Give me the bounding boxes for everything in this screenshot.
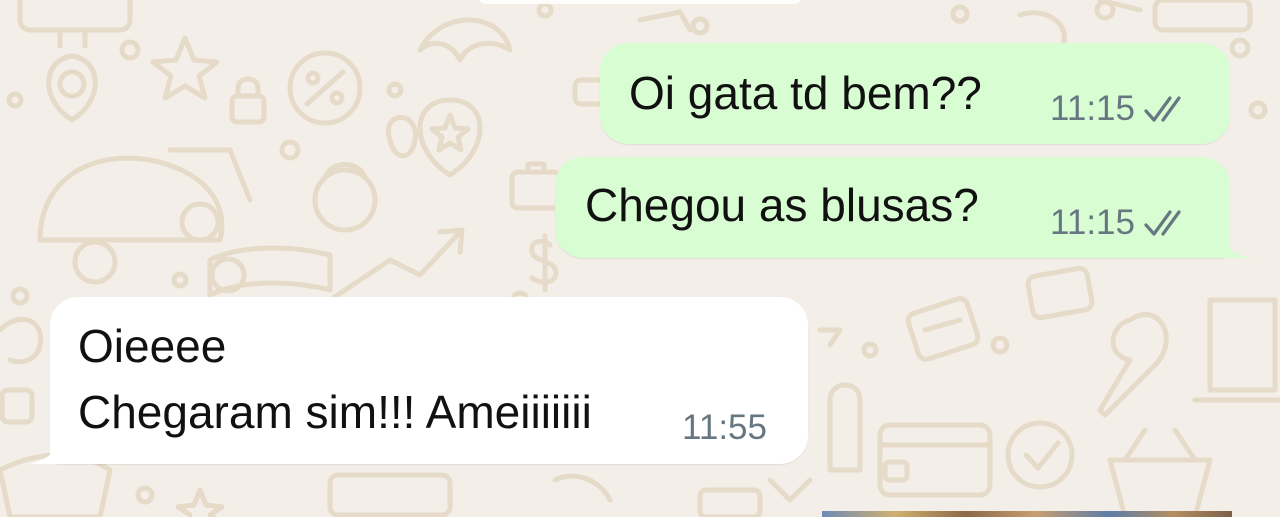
- bubble-tail: [30, 424, 70, 464]
- message-meta: 11:55: [682, 408, 767, 448]
- message-list: Oi gata td bem?? 11:15 Chegou as blusas?…: [0, 0, 1280, 517]
- outgoing-message-bubble[interactable]: Oi gata td bem?? 11:15: [600, 43, 1230, 144]
- bubble-tail: [1210, 218, 1250, 258]
- incoming-message-bubble[interactable]: Oieeee Chegaram sim!!! Ameiiiiiii 11:55: [50, 297, 808, 464]
- double-check-icon: [1144, 96, 1181, 122]
- message-text: Oi gata td bem??: [629, 67, 982, 119]
- outgoing-message-bubble[interactable]: Chegou as blusas? 11:15: [555, 157, 1230, 258]
- message-time: 11:15: [1050, 203, 1135, 242]
- message-meta: 11:15: [1050, 203, 1191, 243]
- image-message-preview[interactable]: [822, 511, 1232, 517]
- message-text: Chegou as blusas?: [585, 179, 979, 231]
- message-time: 11:55: [682, 408, 767, 447]
- message-text-line: Oieeee: [78, 320, 227, 372]
- double-check-icon: [1144, 210, 1181, 236]
- message-time: 11:15: [1050, 89, 1135, 128]
- message-text-line: Chegaram sim!!! Ameiiiiiii: [78, 386, 592, 438]
- message-meta: 11:15: [1050, 89, 1191, 129]
